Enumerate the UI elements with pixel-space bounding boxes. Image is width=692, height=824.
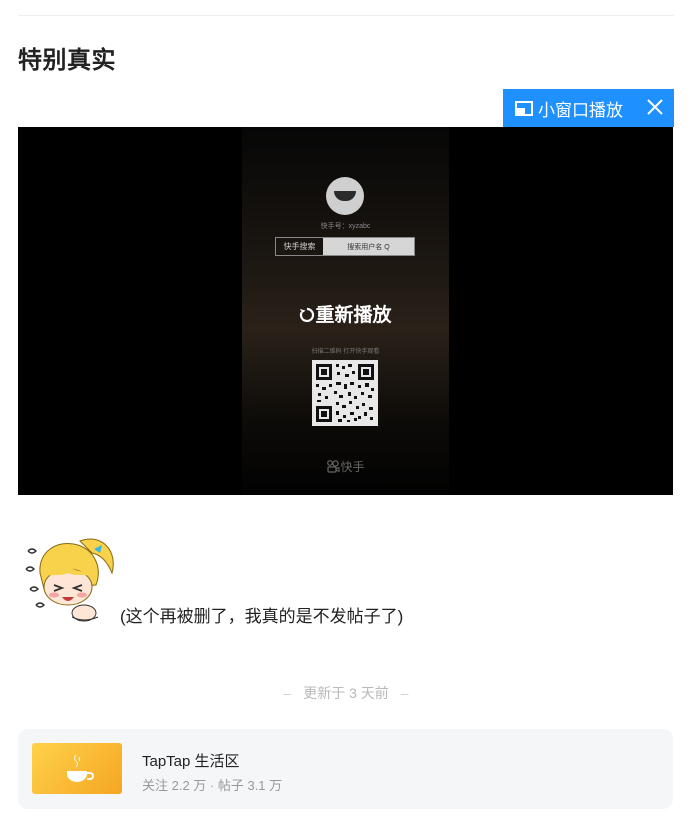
post-body-text: (这个再被删了，我真的是不发帖子了) [120,607,404,626]
kuaishou-brand-icon [327,460,340,473]
kuaishou-id: 快手号：xyzabc [320,223,371,230]
update-time-label: 更新于 3 天前 [303,685,389,701]
replay-icon [300,307,315,323]
post-title: 特别真实 [18,47,116,74]
dash-left: – [283,685,292,701]
video-end-screen: 快手号：xyzabc 快手搜索 搜索用户名 Q 重新播放 扫描二维码 打开快手观… [242,127,449,495]
dash-right: – [400,685,409,701]
video-player[interactable]: 快手号：xyzabc 快手搜索 搜索用户名 Q 重新播放 扫描二维码 打开快手观… [18,127,673,495]
kuaishou-logo-icon [326,177,364,215]
forum-name[interactable]: TapTap 生活区 [142,750,240,771]
mini-window-play-button[interactable]: 小窗口播放 [503,89,674,127]
coffee-cup-icon [67,754,94,782]
replay-button[interactable]: 重新播放 [242,300,449,327]
mini-window-play-label: 小窗口播放 [538,100,623,120]
kuaishou-brand: 快手 [242,458,449,475]
kuaishou-search-box: 快手搜索 搜索用户名 Q [275,237,415,256]
forum-stats: 关注 2.2 万 · 帖子 3.1 万 [142,778,283,793]
top-divider [18,15,674,16]
kuaishou-search-label: 快手搜索 [283,242,316,251]
forum-thumbnail [32,743,122,794]
picture-in-picture-icon [515,100,533,116]
scan-hint: 扫描二维码 打开快手观看 [311,349,380,355]
kuaishou-search-value: 搜索用户名 Q [323,238,414,255]
qr-code [312,360,378,426]
close-icon[interactable] [645,97,665,117]
update-time: – 更新于 3 天前 – [0,683,692,703]
forum-card[interactable]: TapTap 生活区 关注 2.2 万 · 帖子 3.1 万 [18,729,673,809]
replay-label: 重新播放 [315,305,392,326]
anime-girl-sticker [25,538,114,622]
kuaishou-brand-label: 快手 [340,460,365,474]
